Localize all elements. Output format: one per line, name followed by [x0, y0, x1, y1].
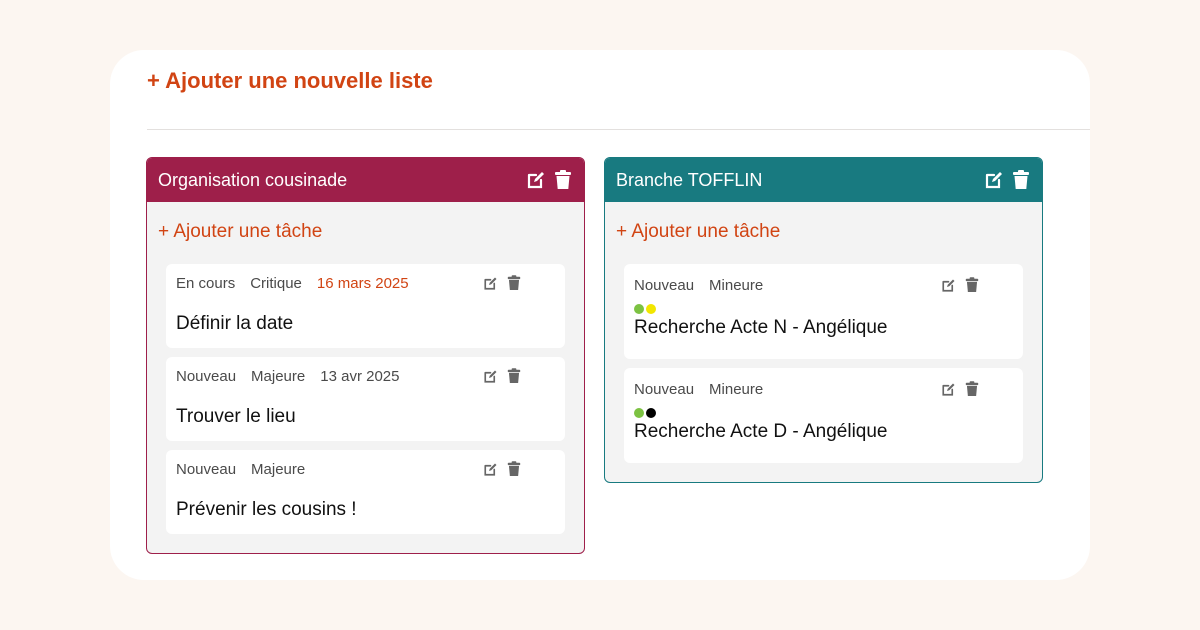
- list-title: Organisation cousinade: [158, 169, 348, 190]
- trash-icon[interactable]: [554, 170, 572, 190]
- color-dot: [634, 304, 644, 314]
- task-card[interactable]: Nouveau Mineure Recherche Acte N - Angél…: [624, 264, 1023, 359]
- task-card[interactable]: Nouveau Majeure 13 avr 2025 Trouver le l…: [166, 357, 565, 441]
- list-card: Branche TOFFLIN + Ajouter une tâche Nouv…: [604, 157, 1043, 483]
- list-header: Organisation cousinade: [147, 158, 584, 202]
- edit-icon[interactable]: [941, 381, 956, 397]
- priority-label: Majeure: [251, 367, 306, 385]
- color-dot: [646, 408, 656, 418]
- edit-icon[interactable]: [483, 368, 498, 384]
- edit-icon[interactable]: [483, 275, 498, 291]
- trash-icon[interactable]: [1012, 170, 1030, 190]
- add-list-button[interactable]: + Ajouter une nouvelle liste: [147, 68, 433, 94]
- trash-icon[interactable]: [965, 381, 979, 397]
- color-dot: [646, 304, 656, 314]
- color-tags: [634, 408, 1013, 418]
- task-card[interactable]: En cours Critique 16 mars 2025 Définir l…: [166, 264, 565, 348]
- task-card[interactable]: Nouveau Mineure Recherche Acte D - Angél…: [624, 368, 1023, 463]
- priority-label: Mineure: [709, 276, 764, 294]
- add-task-button[interactable]: + Ajouter une tâche: [616, 221, 1042, 245]
- trash-icon[interactable]: [965, 277, 979, 293]
- task-title: Prévenir les cousins !: [176, 499, 357, 520]
- edit-icon[interactable]: [526, 170, 546, 190]
- task-title: Recherche Acte N - Angélique: [634, 317, 888, 338]
- due-date: 13 avr 2025: [320, 367, 400, 385]
- divider: [147, 129, 1090, 130]
- status-label: En cours: [176, 274, 236, 292]
- edit-icon[interactable]: [941, 277, 956, 293]
- add-task-button[interactable]: + Ajouter une tâche: [158, 221, 584, 245]
- list-title: Branche TOFFLIN: [616, 169, 763, 190]
- list-header: Branche TOFFLIN: [605, 158, 1042, 202]
- trash-icon[interactable]: [507, 368, 521, 384]
- task-title: Trouver le lieu: [176, 406, 296, 427]
- color-tags: [634, 304, 1013, 314]
- edit-icon[interactable]: [984, 170, 1004, 190]
- trash-icon[interactable]: [507, 461, 521, 477]
- trash-icon[interactable]: [507, 275, 521, 291]
- status-label: Nouveau: [634, 380, 695, 398]
- task-title: Recherche Acte D - Angélique: [634, 421, 888, 442]
- board-panel: + Ajouter une nouvelle liste Organisatio…: [110, 50, 1090, 580]
- list-card: Organisation cousinade + Ajouter une tâc…: [146, 157, 585, 554]
- status-label: Nouveau: [176, 367, 237, 385]
- priority-label: Mineure: [709, 380, 764, 398]
- edit-icon[interactable]: [483, 461, 498, 477]
- due-date: 16 mars 2025: [316, 274, 409, 292]
- task-card[interactable]: Nouveau Majeure Prévenir les cousins !: [166, 450, 565, 534]
- status-label: Nouveau: [634, 276, 695, 294]
- priority-label: Majeure: [251, 460, 306, 478]
- task-title: Définir la date: [176, 313, 294, 334]
- status-label: Nouveau: [176, 460, 237, 478]
- color-dot: [634, 408, 644, 418]
- priority-label: Critique: [250, 274, 302, 292]
